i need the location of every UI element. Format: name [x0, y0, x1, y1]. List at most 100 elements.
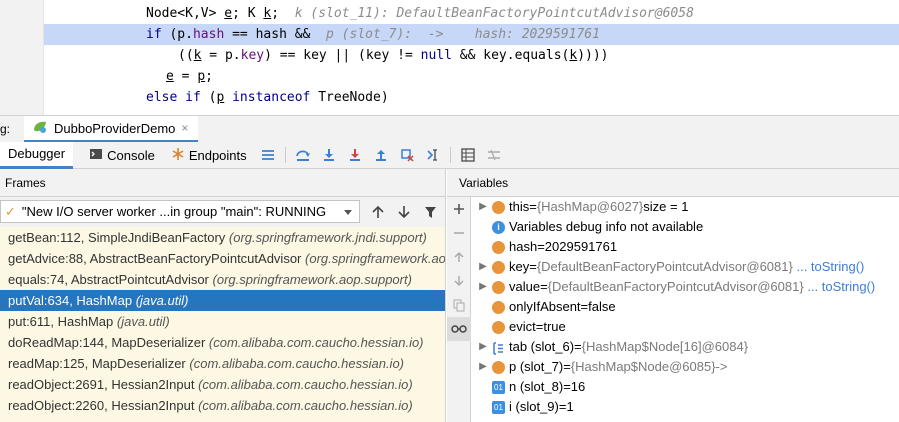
frame-package: (java.util)	[135, 293, 189, 308]
tab-endpoints[interactable]: Endpoints	[163, 142, 255, 169]
debug-tool-window-header: g: DubboProviderDemo ×	[0, 115, 899, 143]
frame-package: (org.springframework.jndi.support)	[228, 230, 427, 245]
variable-row[interactable]: ▶ tab (slot_6) = {HashMap$Node[16]@6084}	[472, 337, 899, 357]
frame-item[interactable]: put:611, HashMap (java.util)	[0, 311, 445, 332]
arrow-up-icon[interactable]	[366, 200, 390, 224]
variable-row[interactable]: onlyIfAbsent = false	[472, 297, 899, 317]
force-step-into-icon[interactable]	[344, 144, 366, 166]
move-down-icon[interactable]	[447, 269, 471, 293]
toolbar-divider	[284, 147, 286, 163]
frame-item[interactable]: readMap:125, MapDeserializer (com.alibab…	[0, 353, 445, 374]
frame-package: (com.alibaba.com.caucho.hessian.io)	[189, 356, 404, 371]
frame-item-selected[interactable]: putVal:634, HashMap (java.util)	[0, 290, 445, 311]
variable-row[interactable]: ▶ key = {DefaultBeanFactoryPointcutAdvis…	[472, 257, 899, 277]
frame-package: (java.util)	[116, 314, 170, 329]
drop-frame-icon[interactable]	[396, 144, 418, 166]
step-into-icon[interactable]	[318, 144, 340, 166]
code-text: ((	[178, 48, 194, 63]
tab-console[interactable]: Console	[81, 142, 163, 169]
code-text: TreeNode)	[310, 90, 389, 105]
frame-item[interactable]: equals:74, AbstractPointcutAdvisor (org.…	[0, 269, 445, 290]
variable-equals: =	[529, 199, 537, 214]
arrow-down-icon[interactable]	[392, 200, 416, 224]
expand-arrow-icon[interactable]: ▶	[476, 257, 490, 277]
expand-arrow-icon[interactable]: ▶	[476, 277, 490, 297]
variable-row[interactable]: ▶ p (slot_7) = {HashMap$Node@6085} ->	[472, 357, 899, 377]
check-icon: ✓	[5, 203, 16, 219]
layout-menu-icon[interactable]	[257, 144, 279, 166]
variable-value: 16	[570, 379, 586, 394]
expand-arrow-icon[interactable]: ▶	[476, 357, 490, 377]
glasses-icon[interactable]	[447, 317, 471, 341]
copy-icon[interactable]	[447, 293, 471, 317]
frame-method: readMap:125, MapDeserializer	[8, 356, 186, 371]
info-icon: i	[492, 220, 505, 234]
session-tab[interactable]: DubboProviderDemo ×	[24, 116, 199, 143]
code-text: ))))	[577, 48, 609, 63]
tab-label: Endpoints	[188, 147, 247, 163]
variable-row[interactable]: 01 i (slot_9) = 1	[472, 397, 899, 417]
variable-message: Variables debug info not available	[509, 219, 704, 234]
evaluate-expression-icon[interactable]	[457, 144, 479, 166]
variable-row[interactable]: ▶ value = {DefaultBeanFactoryPointcutAdv…	[472, 277, 899, 297]
debugger-toolbar: Debugger Console Endpoints	[0, 141, 899, 169]
step-over-icon[interactable]	[292, 144, 314, 166]
remove-watch-icon[interactable]	[447, 221, 471, 245]
chevron-down-icon	[343, 205, 353, 220]
variable-row[interactable]: 01 n (slot_8) = 16	[472, 377, 899, 397]
frame-item[interactable]: doReadMap:144, MapDeserializer (com.alib…	[0, 332, 445, 353]
keyword-if: if	[146, 27, 162, 42]
to-string-link[interactable]: ... toString()	[796, 257, 864, 277]
code-text: ) == key || (key !=	[264, 48, 421, 63]
code-text: = p.	[201, 48, 241, 63]
frame-item[interactable]: getAdvice:88, AbstractBeanFactoryPointcu…	[0, 248, 445, 269]
variable-name: i (slot_9)	[509, 399, 559, 414]
code-text: ;	[205, 69, 213, 84]
frame-package: (com.alibaba.com.caucho.hessian.io)	[208, 335, 424, 350]
variable-equals: =	[574, 339, 582, 354]
variable-row[interactable]: evict = true	[472, 317, 899, 337]
filter-icon[interactable]	[418, 200, 442, 224]
variable-ref: {HashMap$Node@6085}	[570, 359, 716, 374]
step-out-icon[interactable]	[370, 144, 392, 166]
variable-value: 2029591761	[544, 239, 618, 254]
close-icon[interactable]: ×	[181, 121, 188, 135]
variable-equals: =	[580, 299, 589, 314]
frame-item[interactable]: getBean:112, SimpleJndiBeanFactory (org.…	[0, 227, 445, 248]
variable-row[interactable]: ▶ this = {HashMap@6027} size = 1	[472, 197, 899, 217]
editor-gutter[interactable]	[0, 0, 44, 115]
add-watch-icon[interactable]	[447, 197, 471, 221]
variable-value: 1	[566, 399, 574, 414]
frame-package: (com.alibaba.com.caucho.hessian.io)	[198, 398, 413, 413]
frame-item[interactable]: readObject:2691, Hessian2Input (com.alib…	[0, 374, 445, 395]
code-editor[interactable]: Node<K,V> e; K k; k (slot_11): DefaultBe…	[0, 0, 899, 115]
variables-title: Variables	[459, 176, 509, 190]
run-to-cursor-icon[interactable]	[422, 144, 444, 166]
tab-debugger[interactable]: Debugger	[0, 141, 74, 169]
to-string-link[interactable]: ... toString()	[807, 277, 875, 297]
expand-arrow-icon[interactable]: ▶	[476, 337, 490, 357]
frame-package: (org.springframework.aop.support)	[212, 272, 412, 287]
keyword-instanceof: instanceof	[232, 90, 311, 105]
field-icon	[492, 260, 505, 274]
thread-name: "New I/O server worker ...in group "main…	[21, 204, 327, 219]
variables-side-toolbar	[447, 197, 471, 422]
code-text: ; K	[232, 6, 264, 21]
field-hash: hash	[192, 27, 225, 42]
inline-value-hint: p (slot_7): -> hash: 2029591761	[326, 27, 600, 42]
code-text: && key.equals(	[451, 48, 570, 63]
variable-value: false	[588, 299, 616, 314]
keyword-null: null	[420, 48, 452, 63]
variable-row[interactable]: i Variables debug info not available	[472, 217, 899, 237]
variable-row[interactable]: hash = 2029591761	[472, 237, 899, 257]
variable-equals: =	[535, 319, 544, 334]
frame-item[interactable]: readObject:2260, Hessian2Input (com.alib…	[0, 395, 445, 416]
inline-value-hint: k (slot_11): DefaultBeanFactoryPointcutA…	[294, 6, 694, 21]
code-text: ;	[271, 6, 280, 21]
move-up-icon[interactable]	[447, 245, 471, 269]
expand-arrow-icon[interactable]: ▶	[476, 197, 490, 217]
variable-name: onlyIfAbsent	[509, 299, 581, 314]
trace-stream-icon[interactable]	[483, 144, 505, 166]
primitive-icon: 01	[492, 400, 505, 414]
thread-dropdown[interactable]: ✓ "New I/O server worker ...in group "ma…	[0, 200, 360, 223]
